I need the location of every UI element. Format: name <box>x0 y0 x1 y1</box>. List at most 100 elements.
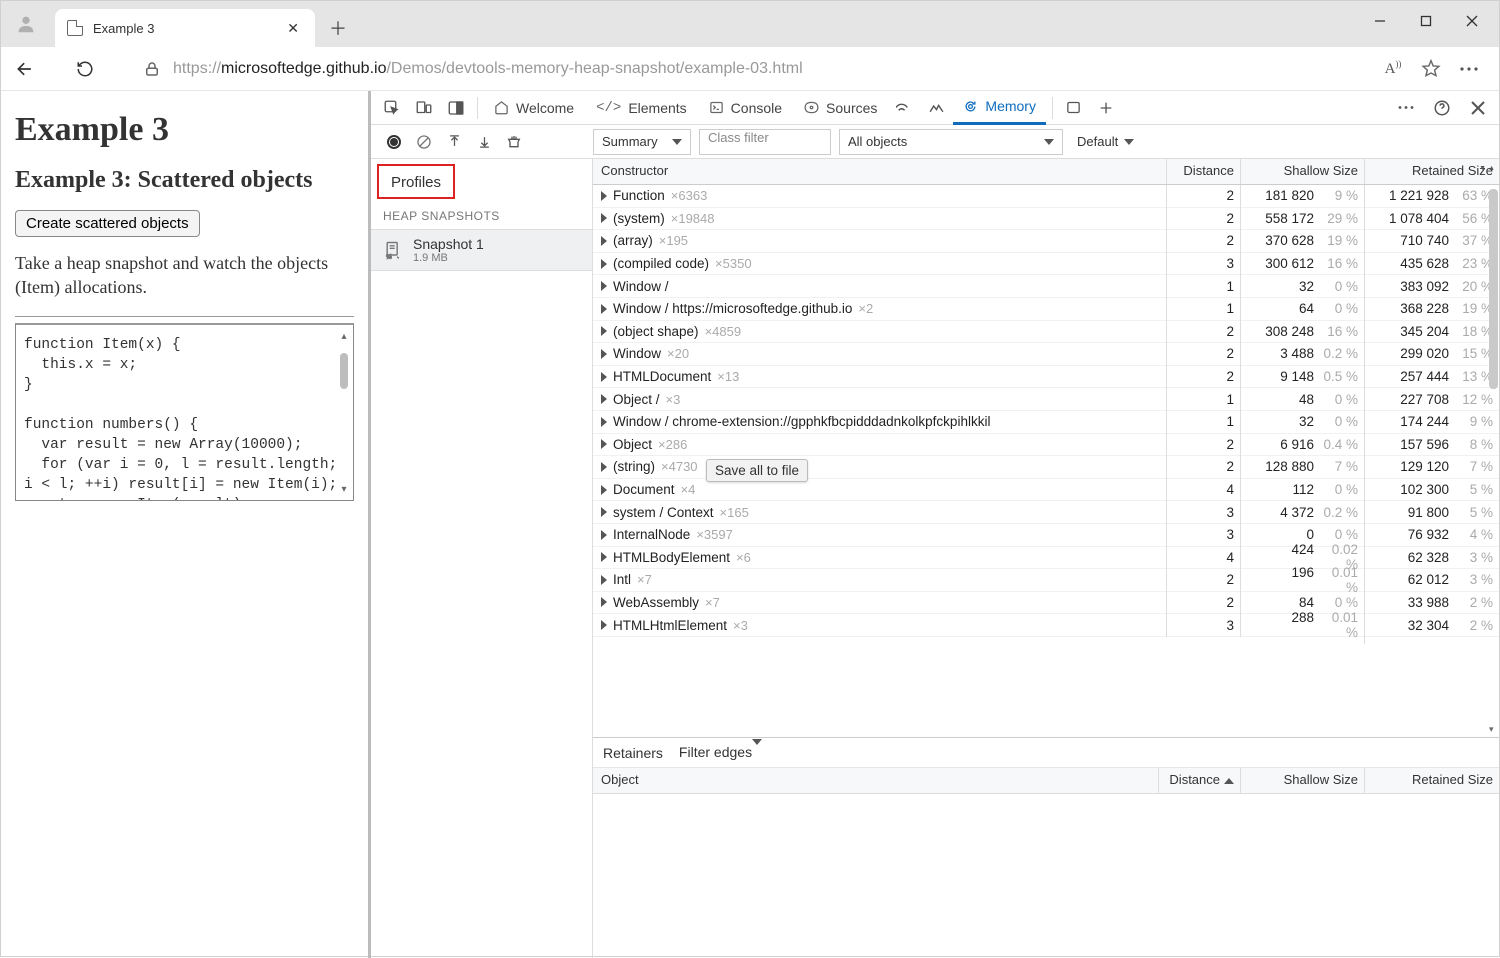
tab-title: Example 3 <box>93 21 154 36</box>
table-row[interactable]: Intl ×721960.01 %62 0123 % <box>593 569 1499 592</box>
table-row[interactable]: (object shape) ×48592308 24816 %345 2041… <box>593 321 1499 344</box>
window-close[interactable] <box>1449 5 1495 37</box>
download-icon[interactable] <box>471 129 497 155</box>
profile-avatar[interactable] <box>1 1 51 47</box>
device-icon[interactable] <box>409 93 439 123</box>
ret-col-shallow[interactable]: Shallow Size <box>1241 768 1365 793</box>
table-row[interactable]: HTMLHtmlElement ×332880.01 %32 3042 % <box>593 614 1499 637</box>
table-row[interactable]: Window /1320 %383 09220 % <box>593 275 1499 298</box>
col-distance[interactable]: Distance <box>1167 159 1241 184</box>
table-row[interactable]: Document ×441120 %102 3005 % <box>593 479 1499 502</box>
expand-icon[interactable] <box>601 485 607 495</box>
expand-icon[interactable] <box>601 530 607 540</box>
expand-icon[interactable] <box>601 597 607 607</box>
expand-icon[interactable] <box>601 326 607 336</box>
expand-icon[interactable] <box>601 575 607 585</box>
object-filter-select[interactable]: All objects <box>839 129 1063 155</box>
window-minimize[interactable] <box>1357 5 1403 37</box>
tab-memory[interactable]: Memory <box>953 91 1046 125</box>
inspect-icon[interactable] <box>377 93 407 123</box>
expand-icon[interactable] <box>601 191 607 201</box>
new-tab-button[interactable]: ＋ <box>321 11 355 45</box>
expand-icon[interactable] <box>601 507 607 517</box>
retainers-header[interactable]: Object Distance Shallow Size Retained Si… <box>593 768 1499 794</box>
more-icon[interactable] <box>1457 57 1481 81</box>
refresh-button[interactable] <box>69 53 101 85</box>
grouping-select[interactable]: Default <box>1071 134 1140 149</box>
tab-console[interactable]: Console <box>699 91 792 125</box>
table-row[interactable]: Window / https://microsoftedge.github.io… <box>593 298 1499 321</box>
detach-icon[interactable] <box>1059 93 1089 123</box>
table-row[interactable]: Window / chrome-extension://gpphkfbcpidd… <box>593 411 1499 434</box>
snapshot-item[interactable]: % Snapshot 1 1.9 MB <box>371 229 592 271</box>
filter-edges-select[interactable]: Filter edges <box>679 744 762 761</box>
performance-icon[interactable] <box>921 93 951 123</box>
ret-col-object[interactable]: Object <box>593 768 1159 793</box>
expand-icon[interactable] <box>601 462 607 472</box>
expand-icon[interactable] <box>601 304 607 314</box>
devtools-close-icon[interactable] <box>1463 93 1493 123</box>
grid-scrollbar[interactable]: ▾ <box>1489 187 1498 735</box>
devtools-more-icon[interactable] <box>1391 93 1421 123</box>
network-icon[interactable] <box>889 93 919 123</box>
table-row[interactable]: (array) ×1952370 62819 %710 74037 % <box>593 230 1499 253</box>
col-shallow[interactable]: Shallow Size <box>1241 159 1365 184</box>
browser-tab[interactable]: Example 3 ✕ <box>55 9 315 47</box>
class-filter-input[interactable]: Class filter <box>699 129 831 155</box>
read-aloud-icon[interactable]: A)) <box>1381 57 1405 81</box>
expand-icon[interactable] <box>601 349 607 359</box>
expand-icon[interactable] <box>601 394 607 404</box>
snapshot-icon: % <box>383 240 403 260</box>
retainers-tab[interactable]: Retainers <box>603 745 663 761</box>
table-row[interactable]: HTMLDocument ×1329 1480.5 %257 44413 % <box>593 366 1499 389</box>
expand-icon[interactable] <box>601 236 607 246</box>
record-button[interactable] <box>381 129 407 155</box>
col-constructor[interactable]: Constructor <box>593 159 1167 184</box>
grid-header[interactable]: Constructor Distance Shallow Size Retain… <box>593 159 1499 185</box>
url-field[interactable]: https://microsoftedge.github.io/Demos/de… <box>111 53 1371 85</box>
expand-icon[interactable] <box>601 417 607 427</box>
back-button[interactable] <box>9 53 41 85</box>
close-tab-icon[interactable]: ✕ <box>283 16 303 41</box>
col-retained[interactable]: Retained Size▼▲ <box>1365 159 1499 184</box>
table-row[interactable]: Object ×28626 9160.4 %157 5968 % <box>593 434 1499 457</box>
profiles-header[interactable]: Profiles <box>377 164 455 199</box>
expand-icon[interactable] <box>601 213 607 223</box>
heap-snapshots-section: HEAP SNAPSHOTS <box>371 203 592 229</box>
ret-col-distance[interactable]: Distance <box>1159 768 1241 793</box>
table-row[interactable]: system / Context ×16534 3720.2 %91 8005 … <box>593 501 1499 524</box>
dock-icon[interactable] <box>441 93 471 123</box>
scrollbar[interactable]: ▴▾ <box>337 331 351 494</box>
window-maximize[interactable] <box>1403 5 1449 37</box>
favorite-icon[interactable] <box>1419 57 1443 81</box>
address-bar: https://microsoftedge.github.io/Demos/de… <box>1 47 1499 91</box>
help-icon[interactable] <box>1427 93 1457 123</box>
gc-icon[interactable] <box>501 129 527 155</box>
table-row[interactable]: (system) ×198482558 17229 %1 078 40456 % <box>593 208 1499 231</box>
grid-rows[interactable]: Function ×63632181 8209 %1 221 92863 %(s… <box>593 185 1499 737</box>
tab-sources[interactable]: Sources <box>794 91 887 125</box>
view-select[interactable]: Summary <box>593 129 691 155</box>
tab-welcome[interactable]: Welcome <box>484 91 584 125</box>
expand-icon[interactable] <box>601 439 607 449</box>
expand-icon[interactable] <box>601 259 607 269</box>
table-row[interactable]: Object / ×31480 %227 70812 % <box>593 388 1499 411</box>
clear-button[interactable] <box>411 129 437 155</box>
expand-icon[interactable] <box>601 281 607 291</box>
ret-col-retained[interactable]: Retained Size <box>1365 768 1499 793</box>
lock-icon <box>143 60 161 78</box>
table-row[interactable]: Function ×63632181 8209 %1 221 92863 % <box>593 185 1499 208</box>
create-objects-button[interactable]: Create scattered objects <box>15 210 200 237</box>
expand-icon[interactable] <box>601 372 607 382</box>
devtools-panel: Welcome </>Elements Console Sources Memo… <box>371 91 1499 958</box>
expand-icon[interactable] <box>601 620 607 630</box>
upload-icon[interactable] <box>441 129 467 155</box>
expand-icon[interactable] <box>601 552 607 562</box>
tab-elements[interactable]: </>Elements <box>586 91 697 125</box>
page-description: Take a heap snapshot and watch the objec… <box>15 251 354 300</box>
table-row[interactable]: (compiled code) ×53503300 61216 %435 628… <box>593 253 1499 276</box>
table-row[interactable]: Window ×2023 4880.2 %299 02015 % <box>593 343 1499 366</box>
add-tab-icon[interactable] <box>1091 93 1121 123</box>
code-textarea[interactable]: function Item(x) { this.x = x; } functio… <box>15 323 354 501</box>
retainers-body <box>593 794 1499 958</box>
